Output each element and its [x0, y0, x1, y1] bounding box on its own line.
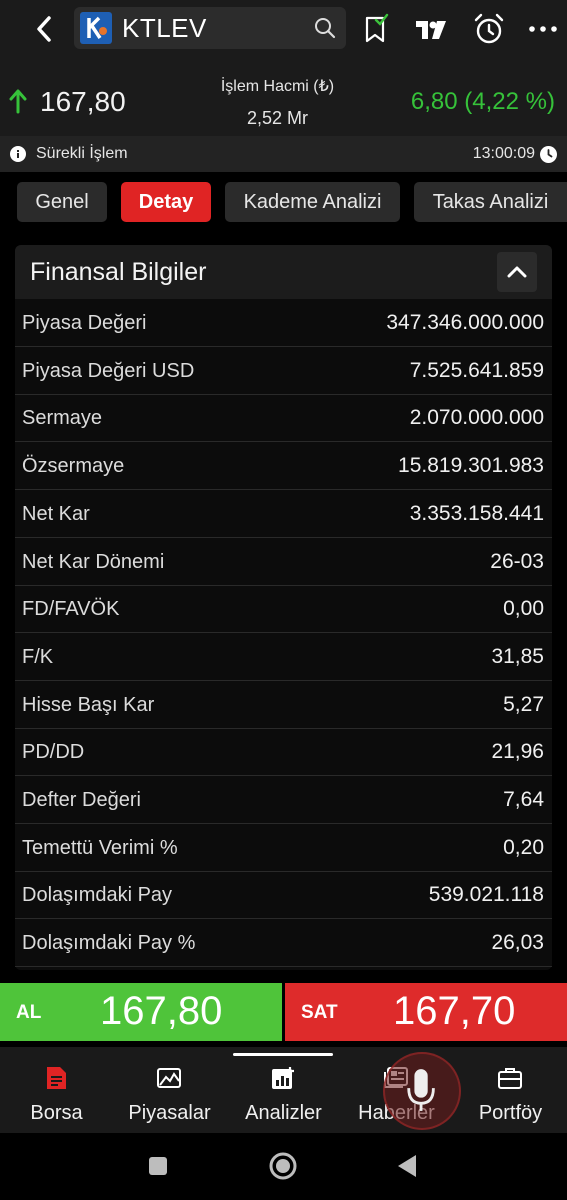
- nav-label-analizler: Analizler: [245, 1102, 322, 1124]
- session-status-bar: Sürekli İşlem 13:00:09: [0, 136, 567, 172]
- buy-price: 167,80: [100, 989, 223, 1033]
- financial-row: PD/DD 21,96: [15, 728, 552, 777]
- tab-takas-analizi[interactable]: Takas Analizi: [414, 182, 567, 222]
- financial-row-label: Piyasa Değeri USD: [22, 359, 195, 382]
- financial-row-value: 3.353.158.441: [409, 501, 544, 525]
- document-icon: [47, 1067, 66, 1089]
- active-tab-indicator: [233, 1053, 333, 1056]
- alarm-clock-icon[interactable]: [472, 12, 506, 46]
- symbol-code: KTLEV: [122, 13, 207, 43]
- financial-row-value: 7.525.641.859: [409, 358, 544, 382]
- collapse-button[interactable]: [497, 252, 537, 292]
- financial-row-value: 21,96: [491, 740, 544, 764]
- financial-row-label: F/K: [22, 645, 54, 668]
- financial-row: F/K 31,85: [15, 633, 552, 681]
- tab-detay[interactable]: Detay: [121, 182, 211, 222]
- recent-apps-icon[interactable]: [143, 1151, 173, 1181]
- more-options-icon[interactable]: [526, 12, 560, 46]
- price-header: 167,80 İşlem Hacmi (₺) 2,52 Mr 6,80 (4,2…: [0, 58, 567, 136]
- up-arrow-icon: [9, 89, 27, 114]
- nav-label-borsa: Borsa: [30, 1102, 83, 1124]
- financial-row-value: 347.346.000.000: [386, 311, 544, 334]
- volume-label: İşlem Hacmi (₺): [220, 78, 335, 95]
- chevron-up-icon: [507, 266, 527, 278]
- analysis-icon: [272, 1067, 294, 1089]
- top-app-bar: KTLEV: [0, 0, 567, 58]
- financial-row: Temettü Verimi % 0,20: [15, 824, 552, 872]
- session-time: 13:00:09: [472, 145, 535, 162]
- volume-value: 2,52 Mr: [246, 108, 309, 128]
- financial-row-label: Sermaye: [22, 407, 103, 430]
- financial-row: FD/FAVÖK 0,00: [15, 585, 552, 634]
- financial-row-value: 15.819.301.983: [398, 454, 544, 478]
- financial-row-label: Temettü Verimi %: [22, 836, 178, 859]
- info-icon: [10, 146, 26, 162]
- bottom-navigation: Borsa Piyasalar Analizler Haberler: [0, 1047, 567, 1133]
- clock-icon: [540, 146, 557, 163]
- financial-row-value: 2.070.000.000: [409, 406, 544, 430]
- nav-portfoy[interactable]: Portföy: [454, 1065, 567, 1127]
- financial-row: Net Kar Dönemi 26-03: [15, 538, 552, 586]
- financial-row: Hisse Başı Kar 5,27: [15, 681, 552, 729]
- financial-row-value: 26,03: [491, 931, 544, 955]
- nav-piyasalar[interactable]: Piyasalar: [113, 1065, 226, 1127]
- financial-row-label: PD/DD: [22, 741, 85, 764]
- financial-row: Dolaşımdaki Pay 539.021.118: [15, 871, 552, 920]
- microphone-icon: [407, 1069, 435, 1111]
- home-icon[interactable]: [268, 1151, 298, 1181]
- tradingview-icon[interactable]: [414, 12, 448, 46]
- financial-row-label: Özsermaye: [22, 455, 125, 478]
- financial-row-label: Defter Değeri: [22, 789, 141, 811]
- system-navigation-bar: [0, 1133, 567, 1200]
- back-triangle-icon[interactable]: [392, 1151, 422, 1181]
- symbol-selector[interactable]: KTLEV: [74, 7, 346, 49]
- financial-row-value: 5,27: [503, 692, 544, 716]
- financial-row-value: 0,00: [503, 597, 544, 621]
- financial-row-label: Net Kar Dönemi: [22, 550, 165, 573]
- financial-info-card: Finansal Bilgiler Piyasa Değeri 347.346.0…: [15, 245, 552, 970]
- financial-row-value: 539.021.118: [428, 883, 544, 907]
- financial-row: Sermaye 2.070.000.000: [15, 394, 552, 443]
- sell-button[interactable]: SAT 167,70: [285, 983, 567, 1041]
- financial-row-label: Piyasa Değeri: [22, 312, 147, 334]
- nav-label-piyasalar: Piyasalar: [128, 1102, 211, 1124]
- financial-row-label: Hisse Başı Kar: [22, 693, 155, 716]
- last-price: 167,80: [40, 86, 126, 117]
- company-logo-icon: [80, 12, 112, 44]
- detail-tabs: Genel Detay Kademe Analizi Takas Analizi: [0, 182, 567, 222]
- back-arrow-icon[interactable]: [28, 12, 62, 46]
- financial-row-label: FD/FAVÖK: [22, 598, 120, 621]
- price-change: 6,80 (4,22 %): [410, 88, 555, 115]
- financial-row-value: 31,85: [491, 644, 544, 668]
- nav-borsa[interactable]: Borsa: [0, 1065, 113, 1127]
- voice-input-button[interactable]: [383, 1052, 461, 1130]
- financial-row: Özsermaye 15.819.301.983: [15, 442, 552, 491]
- search-icon[interactable]: [312, 15, 338, 41]
- session-status: Sürekli İşlem: [36, 145, 128, 162]
- financial-row: Defter Değeri 7,64: [15, 776, 552, 824]
- sell-label: SAT: [301, 1002, 338, 1023]
- sell-price: 167,70: [393, 989, 516, 1033]
- watchlist-check-icon[interactable]: [358, 12, 392, 46]
- financial-row: Net Kar 3.353.158.441: [15, 490, 552, 538]
- financial-row-label: Dolaşımdaki Pay: [22, 884, 173, 907]
- nav-analizler[interactable]: Analizler: [227, 1065, 340, 1127]
- buy-button[interactable]: AL 167,80: [0, 983, 282, 1041]
- briefcase-icon: [498, 1068, 522, 1089]
- financial-row-label: Dolaşımdaki Pay %: [22, 932, 196, 955]
- financial-row: Dolaşımdaki Pay % 26,03: [15, 919, 552, 968]
- financial-row: Piyasa Değeri 347.346.000.000: [15, 299, 552, 347]
- chart-image-icon: [157, 1068, 181, 1088]
- card-header: Finansal Bilgiler: [15, 245, 552, 299]
- nav-label-portfoy: Portföy: [478, 1102, 543, 1124]
- card-title: Finansal Bilgiler: [30, 258, 207, 286]
- financial-row: Piyasa Değeri USD 7.525.641.859: [15, 347, 552, 395]
- buy-label: AL: [16, 1002, 42, 1023]
- tab-kademe-analizi[interactable]: Kademe Analizi: [225, 182, 400, 222]
- tab-genel[interactable]: Genel: [17, 182, 107, 222]
- financial-row-label: Net Kar: [22, 502, 90, 525]
- financial-row-value: 0,20: [503, 835, 544, 859]
- financial-row-value: 26-03: [490, 549, 544, 573]
- financial-row-value: 7,64: [503, 788, 544, 811]
